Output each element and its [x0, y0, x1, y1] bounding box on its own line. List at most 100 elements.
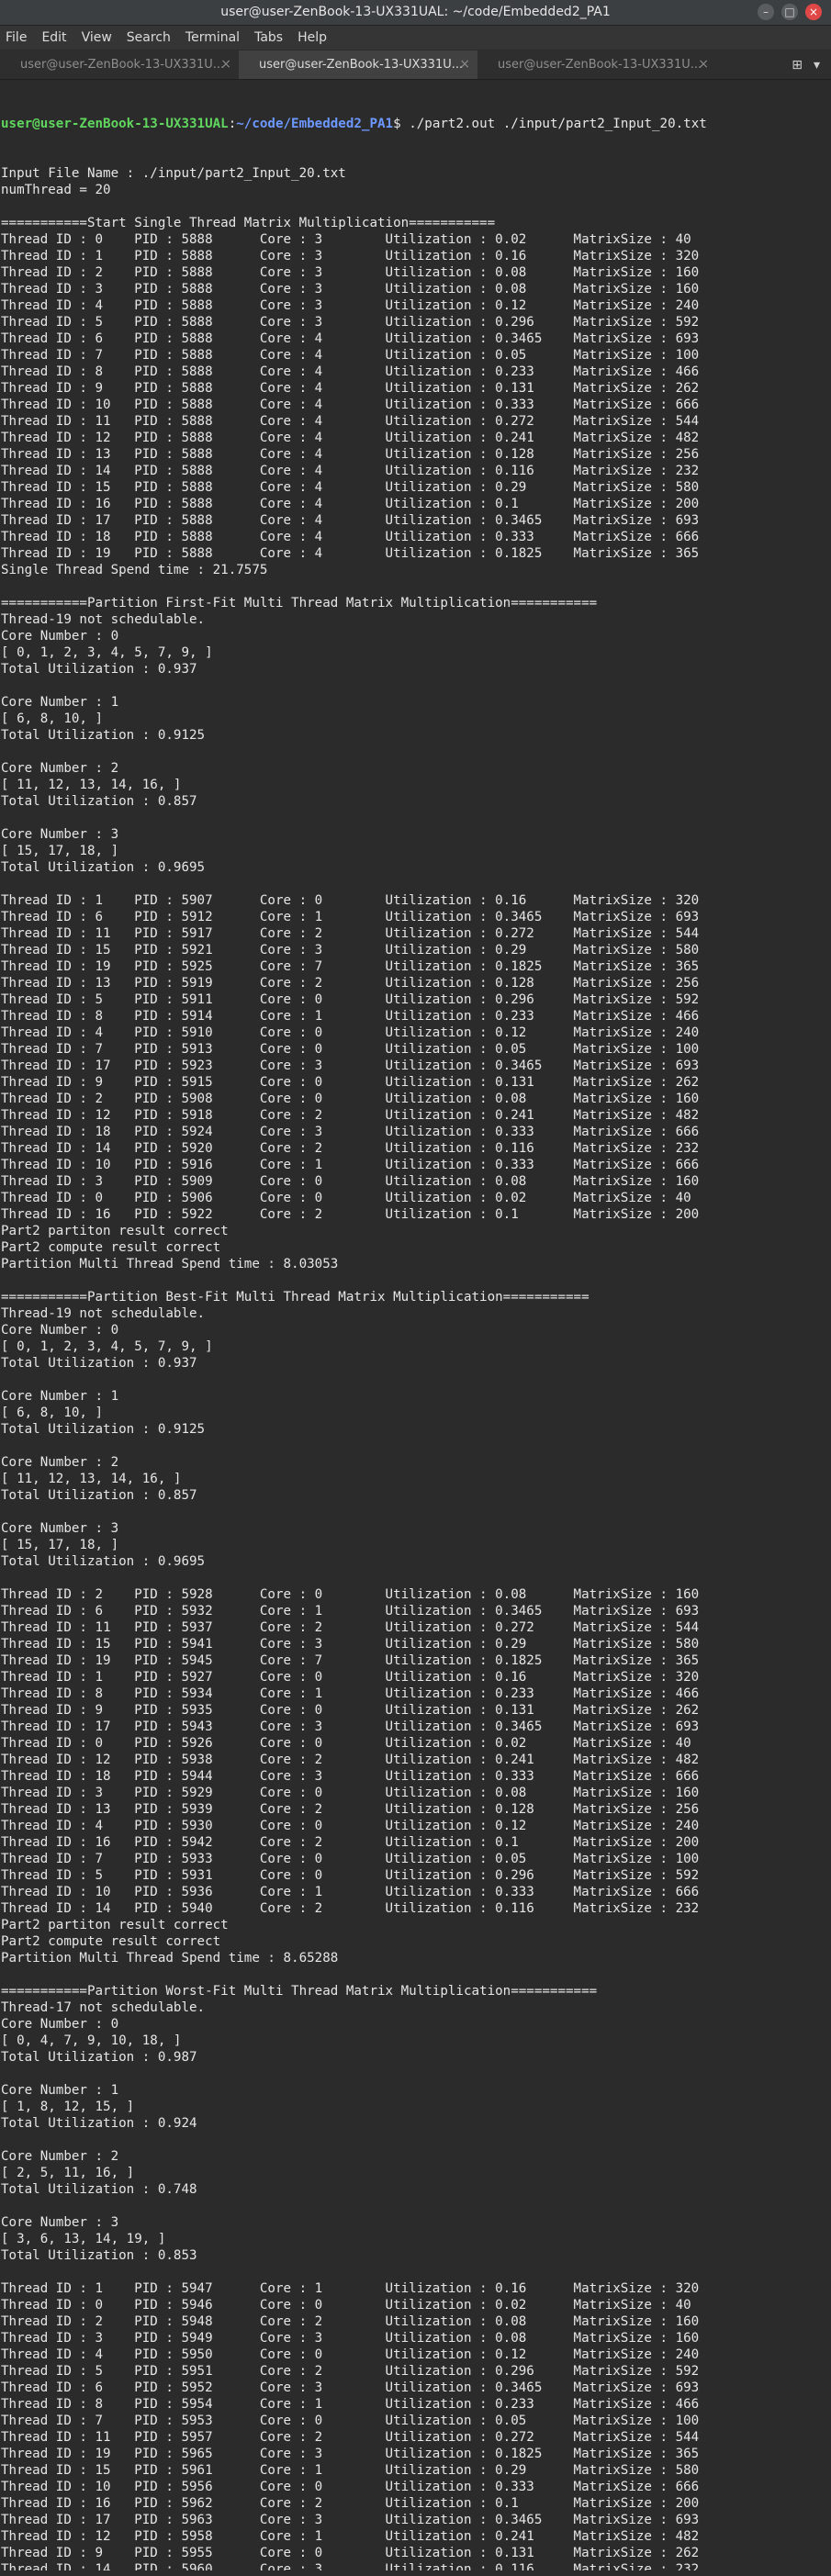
menu-search[interactable]: Search: [127, 30, 171, 45]
tab-label: user@user-ZenBook-13-UX331U...: [259, 58, 464, 72]
output-line: Thread ID : 13 PID : 5939 Core : 2 Utili…: [1, 1802, 700, 1817]
output-line: Thread ID : 16 PID : 5942 Core : 2 Utili…: [1, 1835, 700, 1850]
output-line: Thread ID : 19 PID : 5888 Core : 4 Utili…: [1, 546, 700, 561]
output-line: Core Number : 1: [1, 1389, 119, 1404]
output-line: [ 0, 1, 2, 3, 4, 5, 7, 9, ]: [1, 645, 213, 660]
output-line: Thread ID : 1 PID : 5907 Core : 0 Utiliz…: [1, 893, 700, 908]
output-line: Part2 partiton result correct: [1, 1918, 229, 1932]
output-line: [ 2, 5, 11, 16, ]: [1, 2166, 135, 2180]
output-line: Thread ID : 8 PID : 5888 Core : 4 Utiliz…: [1, 364, 700, 379]
output-line: Total Utilization : 0.937: [1, 662, 197, 677]
output-line: Thread ID : 8 PID : 5914 Core : 1 Utiliz…: [1, 1009, 700, 1024]
terminal-output[interactable]: user@user-ZenBook-13-UX331UAL:~/code/Emb…: [0, 83, 831, 2570]
output-line: [ 15, 17, 18, ]: [1, 1538, 119, 1552]
tab-1[interactable]: user@user-ZenBook-13-UX331U... ×: [0, 50, 239, 79]
output-line: Thread ID : 19 PID : 5945 Core : 7 Utili…: [1, 1653, 700, 1668]
title-bar[interactable]: user@user-ZenBook-13-UX331UAL: ~/code/Em…: [0, 0, 831, 26]
output-line: Thread ID : 10 PID : 5936 Core : 1 Utili…: [1, 1885, 700, 1899]
tab-3[interactable]: user@user-ZenBook-13-UX331U... ×: [477, 50, 716, 79]
output-line: Thread ID : 10 PID : 5916 Core : 1 Utili…: [1, 1158, 700, 1172]
tab-close-icon[interactable]: ×: [459, 50, 470, 79]
output-line: [ 3, 6, 13, 14, 19, ]: [1, 2232, 166, 2246]
output-line: ===========Partition Best-Fit Multi Thre…: [1, 1290, 590, 1305]
output-line: Thread ID : 14 PID : 5960 Core : 3 Utili…: [1, 2562, 700, 2570]
maximize-icon[interactable]: □: [781, 4, 798, 20]
output-line: Thread ID : 8 PID : 5954 Core : 1 Utiliz…: [1, 2397, 700, 2412]
output-line: Total Utilization : 0.924: [1, 2116, 197, 2131]
output-line: Thread ID : 4 PID : 5930 Core : 0 Utiliz…: [1, 1819, 700, 1833]
output-line: Thread ID : 9 PID : 5935 Core : 0 Utiliz…: [1, 1703, 700, 1718]
output-line: [ 1, 8, 12, 15, ]: [1, 2100, 135, 2114]
output-line: Thread ID : 0 PID : 5906 Core : 0 Utiliz…: [1, 1191, 691, 1205]
output-line: Core Number : 2: [1, 2149, 119, 2164]
menu-terminal[interactable]: Terminal: [185, 30, 240, 45]
command-text: ./part2.out ./input/part2_Input_20.txt: [409, 117, 707, 131]
close-icon[interactable]: ×: [805, 4, 822, 20]
output-line: Thread ID : 2 PID : 5928 Core : 0 Utiliz…: [1, 1587, 700, 1602]
window-title: user@user-ZenBook-13-UX331UAL: ~/code/Em…: [220, 5, 611, 19]
menu-edit[interactable]: Edit: [41, 30, 66, 45]
output-line: Thread ID : 4 PID : 5910 Core : 0 Utiliz…: [1, 1025, 700, 1040]
output-line: Thread ID : 0 PID : 5926 Core : 0 Utiliz…: [1, 1736, 691, 1751]
output-line: Total Utilization : 0.9695: [1, 860, 206, 875]
output-line: Thread ID : 9 PID : 5888 Core : 4 Utiliz…: [1, 381, 700, 396]
menu-file[interactable]: File: [6, 30, 27, 45]
tab-bar: user@user-ZenBook-13-UX331U... × user@us…: [0, 50, 831, 80]
output-line: Thread ID : 14 PID : 5888 Core : 4 Utili…: [1, 464, 700, 478]
output-line: Thread ID : 8 PID : 5934 Core : 1 Utiliz…: [1, 1686, 700, 1701]
tab-2[interactable]: user@user-ZenBook-13-UX331U... ×: [239, 50, 477, 79]
new-tab-icon[interactable]: ⊞: [792, 58, 803, 73]
tab-close-icon[interactable]: ×: [698, 50, 709, 79]
menu-view[interactable]: View: [82, 30, 112, 45]
output-line: Thread ID : 6 PID : 5912 Core : 1 Utiliz…: [1, 910, 700, 924]
output-line: [ 6, 8, 10, ]: [1, 1406, 104, 1420]
output-line: Partition Multi Thread Spend time : 8.65…: [1, 1951, 339, 1966]
output-line: Thread ID : 12 PID : 5888 Core : 4 Utili…: [1, 431, 700, 445]
output-line: Total Utilization : 0.857: [1, 1488, 197, 1503]
output-line: Thread ID : 12 PID : 5938 Core : 2 Utili…: [1, 1753, 700, 1767]
output-line: Thread ID : 14 PID : 5940 Core : 2 Utili…: [1, 1901, 700, 1916]
output-line: Thread ID : 16 PID : 5888 Core : 4 Utili…: [1, 497, 700, 511]
output-line: [ 11, 12, 13, 14, 16, ]: [1, 778, 182, 792]
output-line: Thread ID : 5 PID : 5911 Core : 0 Utiliz…: [1, 992, 700, 1007]
output-line: Core Number : 3: [1, 2215, 119, 2230]
menu-help[interactable]: Help: [298, 30, 327, 45]
tab-close-icon[interactable]: ×: [220, 50, 231, 79]
output-line: Thread ID : 16 PID : 5962 Core : 2 Utili…: [1, 2496, 700, 2511]
output-line: Partition Multi Thread Spend time : 8.03…: [1, 1257, 339, 1271]
output-line: Thread ID : 5 PID : 5931 Core : 0 Utiliz…: [1, 1868, 700, 1883]
output-line: Core Number : 2: [1, 1455, 119, 1470]
terminal-window: user@user-ZenBook-13-UX331UAL: ~/code/Em…: [0, 0, 831, 2576]
tabs-menu-icon[interactable]: ▾: [814, 58, 820, 73]
menu-tabs[interactable]: Tabs: [254, 30, 283, 45]
output-line: Thread ID : 19 PID : 5925 Core : 7 Utili…: [1, 959, 700, 974]
output-line: [ 15, 17, 18, ]: [1, 844, 119, 858]
output-line: Total Utilization : 0.9125: [1, 728, 206, 743]
output-line: Core Number : 0: [1, 2017, 119, 2032]
output-line: Thread ID : 15 PID : 5941 Core : 3 Utili…: [1, 1637, 700, 1652]
output-line: Thread ID : 1 PID : 5927 Core : 0 Utiliz…: [1, 1670, 700, 1685]
output-line: [ 11, 12, 13, 14, 16, ]: [1, 1472, 182, 1486]
output-line: Core Number : 1: [1, 695, 119, 710]
output-line: Core Number : 3: [1, 1521, 119, 1536]
output-line: Thread ID : 3 PID : 5888 Core : 3 Utiliz…: [1, 282, 700, 297]
tab-label: user@user-ZenBook-13-UX331U...: [498, 58, 702, 72]
output-line: Thread ID : 15 PID : 5961 Core : 1 Utili…: [1, 2463, 700, 2478]
output-line: Thread ID : 5 PID : 5888 Core : 3 Utiliz…: [1, 315, 700, 330]
minimize-icon[interactable]: –: [758, 4, 774, 20]
prompt-user: user@user-ZenBook-13-UX331UAL: [1, 117, 229, 131]
output-line: Thread ID : 7 PID : 5953 Core : 0 Utiliz…: [1, 2414, 700, 2428]
output-line: Input File Name : ./input/part2_Input_20…: [1, 166, 346, 181]
prompt-path: ~/code/Embedded2_PA1: [236, 117, 394, 131]
output-line: Thread ID : 11 PID : 5957 Core : 2 Utili…: [1, 2430, 700, 2445]
output-line: numThread = 20: [1, 183, 111, 197]
output-line: Single Thread Spend time : 21.7575: [1, 563, 268, 577]
